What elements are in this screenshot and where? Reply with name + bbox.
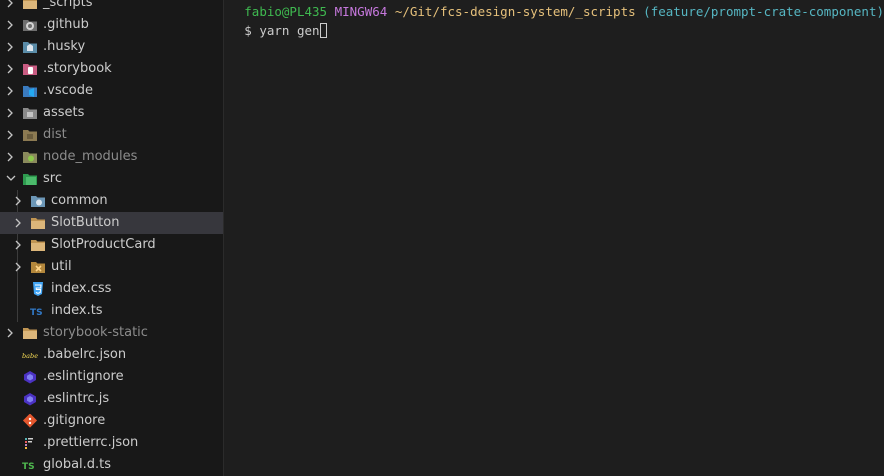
- tree-item-label: .babelrc.json: [43, 347, 127, 362]
- tree-item-label: .eslintrc.js: [43, 391, 110, 406]
- tree-item-label: src: [43, 171, 62, 186]
- tree-item[interactable]: node_modules: [0, 146, 223, 168]
- tree-item-label: .gitignore: [43, 413, 106, 428]
- tree-item-label: SlotButton: [51, 215, 120, 230]
- folder-common-icon: [30, 194, 46, 208]
- tree-item-label: index.ts: [51, 303, 103, 318]
- terminal-command-line[interactable]: $ yarn gen: [244, 21, 884, 40]
- tree-item[interactable]: TS global.d.ts: [0, 454, 223, 476]
- chevron-right-icon[interactable]: [2, 322, 18, 344]
- prompt-branch: (feature/prompt-crate-component): [643, 4, 884, 19]
- svg-text:babel: babel: [22, 352, 38, 360]
- tree-item-label: assets: [43, 105, 85, 120]
- css-file-icon: [30, 282, 46, 296]
- eslint-file-icon: [22, 370, 38, 384]
- tree-item[interactable]: .husky: [0, 36, 223, 58]
- tree-item-label: storybook-static: [43, 325, 148, 340]
- tree-item[interactable]: dist: [0, 124, 223, 146]
- folder-icon: [30, 216, 46, 230]
- git-file-icon: [22, 414, 38, 428]
- tree-item-label: util: [51, 259, 72, 274]
- tree-item-label: .github: [43, 17, 89, 32]
- folder-node-icon: [22, 150, 38, 164]
- chevron-right-icon[interactable]: [2, 14, 18, 36]
- tree-item[interactable]: .vscode: [0, 80, 223, 102]
- tree-item[interactable]: common: [0, 190, 223, 212]
- chevron-right-icon[interactable]: [10, 234, 26, 256]
- terminal-panel[interactable]: fabio@PL435 MINGW64 ~/Git/fcs-design-sys…: [224, 0, 884, 476]
- chevron-right-icon[interactable]: [2, 102, 18, 124]
- tree-item-label: .prettierrc.json: [43, 435, 139, 450]
- tree-item-label: .vscode: [43, 83, 93, 98]
- tree-item[interactable]: .prettierrc.json: [0, 432, 223, 454]
- tree-item-label: dist: [43, 127, 67, 142]
- tree-item[interactable]: .eslintrc.js: [0, 388, 223, 410]
- tree-item-label: node_modules: [43, 149, 138, 164]
- chevron-right-icon[interactable]: [10, 190, 26, 212]
- tree-item-label: global.d.ts: [43, 457, 112, 472]
- tree-item[interactable]: src: [0, 168, 223, 190]
- tree-item[interactable]: storybook-static: [0, 322, 223, 344]
- chevron-right-icon[interactable]: [2, 36, 18, 58]
- tree-item[interactable]: SlotButton: [0, 212, 224, 234]
- eslint-file-icon: [22, 392, 38, 406]
- chevron-right-icon[interactable]: [10, 256, 26, 278]
- prompt-path: ~/Git/fcs-design-system/_scripts: [394, 4, 636, 19]
- terminal-prompt-line: fabio@PL435 MINGW64 ~/Git/fcs-design-sys…: [244, 2, 884, 21]
- svg-text:TS: TS: [22, 462, 35, 472]
- prompt-user: fabio@PL435: [244, 4, 328, 19]
- ts-def-file-icon: TS: [22, 458, 38, 472]
- terminal-command[interactable]: yarn gen: [259, 23, 319, 38]
- folder-util-icon: [30, 260, 46, 274]
- tree-item[interactable]: .github: [0, 14, 223, 36]
- file-tree: _scripts .github .husky .storybook .vscode as…: [0, 0, 224, 476]
- tree-item[interactable]: SlotProductCard: [0, 234, 223, 256]
- folder-icon: [30, 238, 46, 252]
- tree-item-label: .storybook: [43, 61, 112, 76]
- tree-item-label: SlotProductCard: [51, 237, 156, 252]
- tree-item-label: index.css: [51, 281, 112, 296]
- tree-item[interactable]: index.css: [0, 278, 223, 300]
- chevron-down-icon[interactable]: [2, 168, 18, 190]
- ts-file-icon: TS: [30, 304, 46, 318]
- tree-item[interactable]: .eslintignore: [0, 366, 223, 388]
- chevron-right-icon[interactable]: [2, 146, 18, 168]
- chevron-right-icon[interactable]: [10, 212, 26, 234]
- chevron-right-icon[interactable]: [2, 124, 18, 146]
- babel-file-icon: babel: [22, 348, 38, 362]
- tree-item-label: _scripts: [43, 0, 93, 10]
- prompt-symbol: $: [244, 23, 260, 38]
- terminal-cursor: [319, 23, 327, 38]
- folder-src-icon: [22, 172, 38, 186]
- folder-icon: [22, 0, 38, 10]
- folder-github-icon: [22, 18, 38, 32]
- tree-item-label: .husky: [43, 39, 86, 54]
- chevron-right-icon[interactable]: [2, 58, 18, 80]
- file-explorer: _scripts .github .husky .storybook .vscode as…: [0, 0, 225, 476]
- prompt-host: MINGW64: [334, 4, 388, 19]
- prettier-file-icon: [22, 436, 38, 450]
- tree-item[interactable]: babel .babelrc.json: [0, 344, 223, 366]
- tree-item[interactable]: .gitignore: [0, 410, 223, 432]
- tree-item[interactable]: _scripts: [0, 0, 223, 14]
- tree-item-label: .eslintignore: [43, 369, 124, 384]
- svg-text:TS: TS: [30, 308, 43, 318]
- folder-dist-icon: [22, 128, 38, 142]
- folder-icon: [22, 326, 38, 340]
- chevron-right-icon[interactable]: [2, 80, 18, 102]
- folder-husky-icon: [22, 40, 38, 54]
- folder-vscode-icon: [22, 84, 38, 98]
- tree-item-label: common: [51, 193, 108, 208]
- folder-storybook-icon: [22, 62, 38, 76]
- tree-item[interactable]: TS index.ts: [0, 300, 223, 322]
- chevron-right-icon[interactable]: [2, 0, 18, 14]
- tree-item[interactable]: .storybook: [0, 58, 223, 80]
- tree-item[interactable]: util: [0, 256, 223, 278]
- workbench: _scripts .github .husky .storybook .vscode as…: [0, 0, 884, 476]
- folder-assets-icon: [22, 106, 38, 120]
- tree-item[interactable]: assets: [0, 102, 223, 124]
